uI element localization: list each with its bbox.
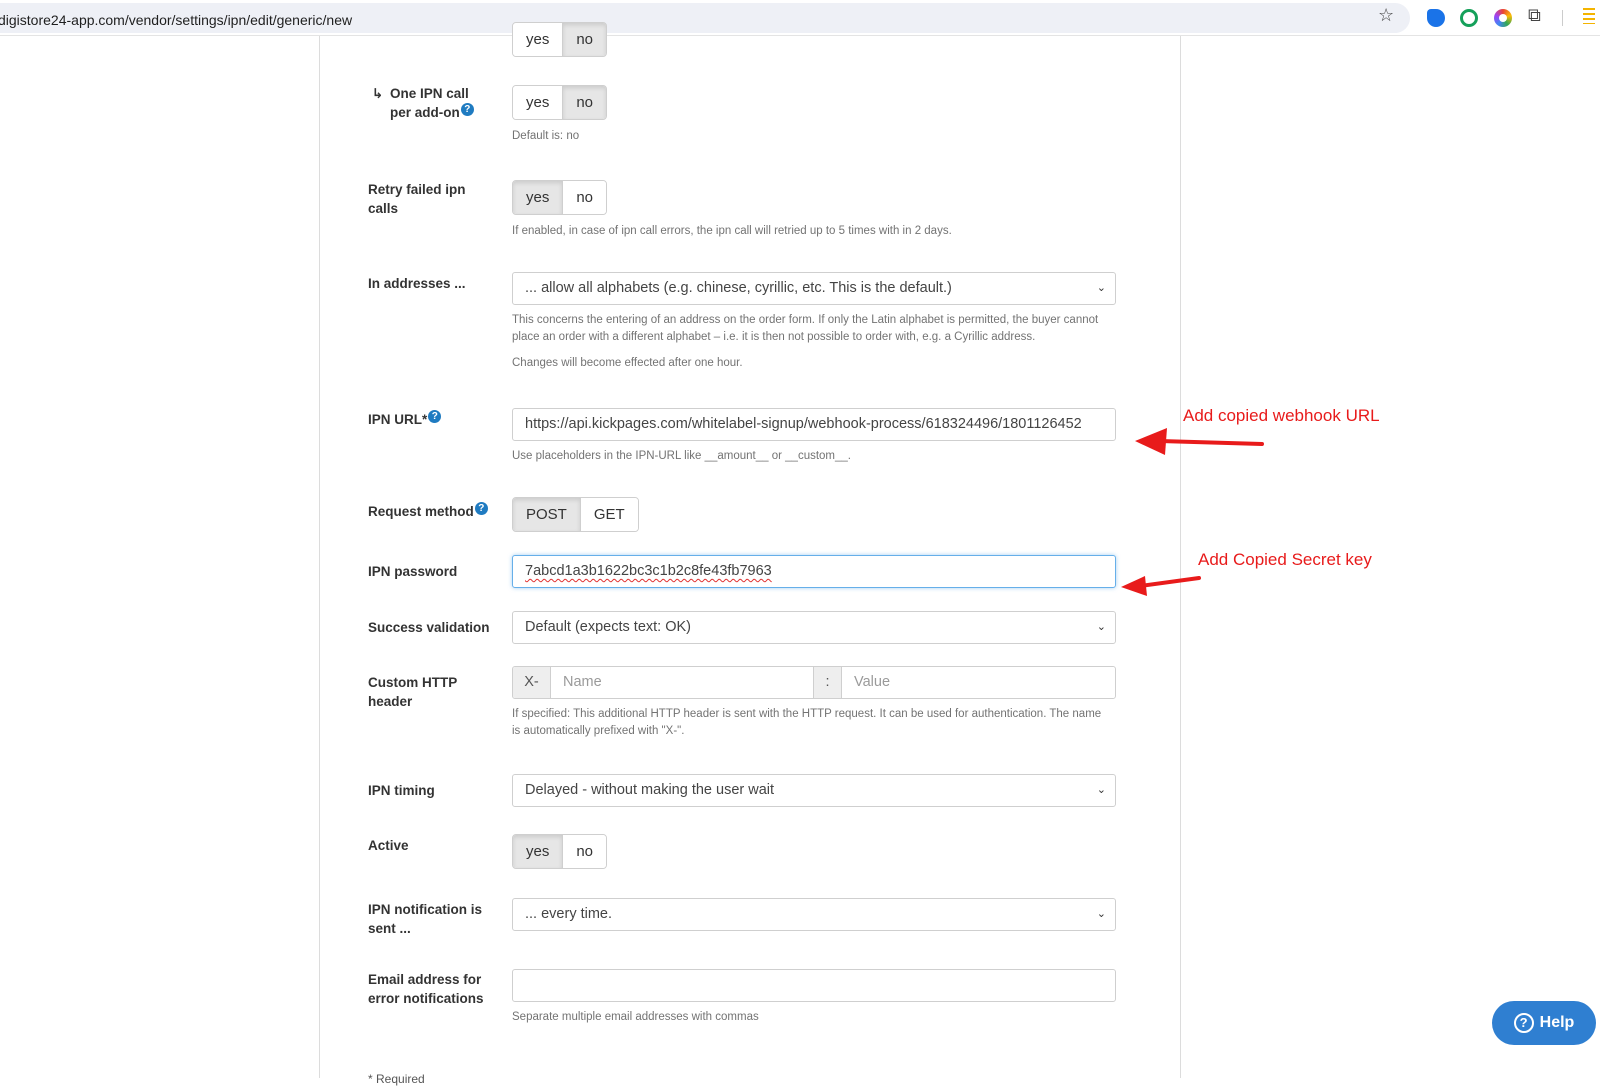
help-button-label: Help [1539, 1014, 1575, 1031]
annotation-arrows [1121, 428, 1264, 596]
arrow-webhook-head [1135, 428, 1167, 455]
question-icon: ? [1513, 1013, 1534, 1033]
arrow-secret-line [1138, 576, 1201, 588]
help-button[interactable]: ? Help [1492, 1001, 1596, 1045]
arrow-secret-head [1121, 576, 1147, 596]
arrow-webhook-line [1158, 439, 1264, 446]
